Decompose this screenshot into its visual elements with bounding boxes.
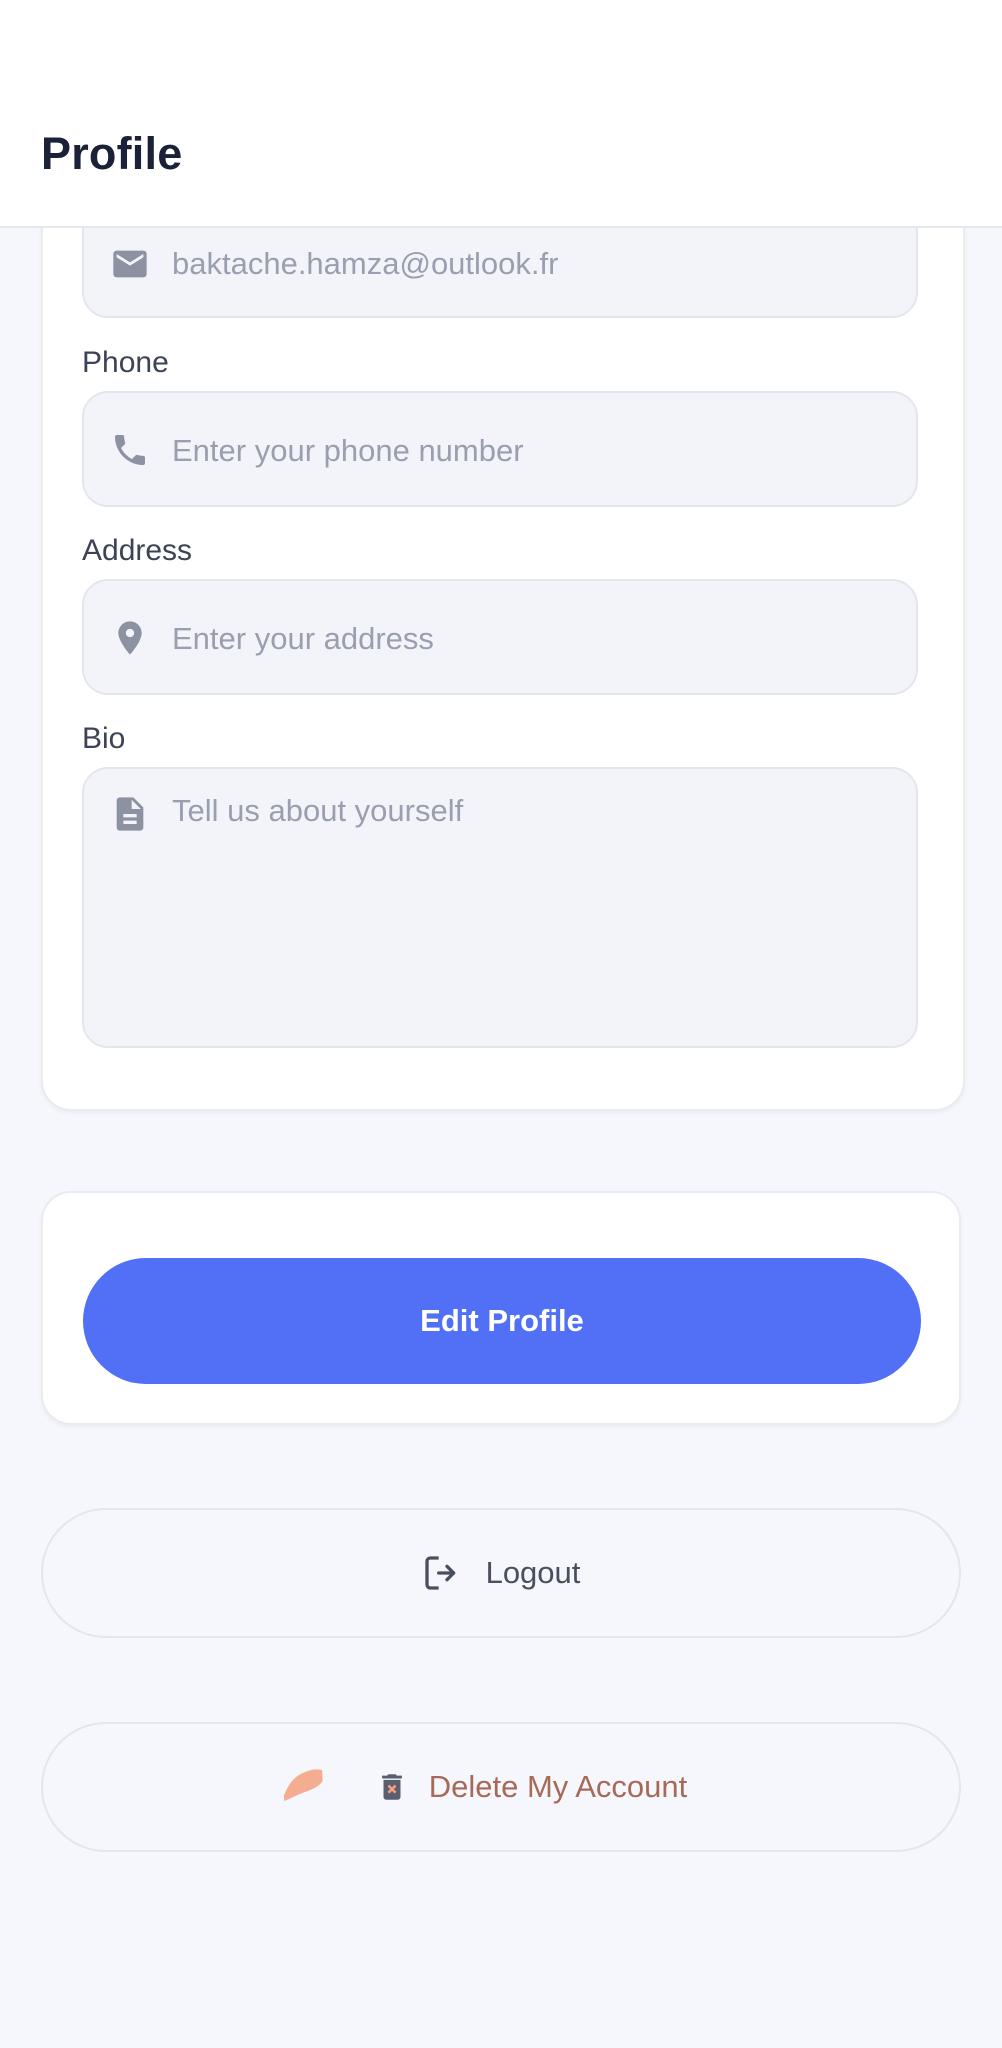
phone-label: Phone [82, 346, 169, 379]
delete-account-button[interactable]: Delete My Account [41, 1722, 961, 1852]
trash-icon [381, 1774, 402, 1800]
edit-profile-card: Edit Profile [41, 1191, 961, 1425]
logout-icon [424, 1556, 455, 1590]
phone-icon [110, 430, 150, 470]
edit-profile-button[interactable]: Edit Profile [83, 1258, 921, 1384]
logout-button[interactable]: Logout [41, 1508, 961, 1638]
page-title: Profile [41, 128, 183, 179]
delete-account-content: Delete My Account [283, 1767, 688, 1807]
app-header: Profile [0, 0, 1002, 228]
address-label: Address [82, 534, 193, 567]
highlight-mark [283, 1769, 323, 1802]
address-input[interactable]: Enter your address [172, 621, 434, 657]
email-icon [110, 244, 150, 284]
location-pin-icon [110, 618, 150, 658]
phone-field[interactable]: Enter your phone number [82, 391, 918, 507]
bio-field[interactable]: Tell us about yourself [82, 767, 918, 1048]
address-field[interactable]: Enter your address [82, 579, 918, 695]
email-value: baktache.hamza@outlook.fr [172, 246, 559, 281]
logout-label: Logout [485, 1555, 581, 1590]
delete-account-label: Delete My Account [428, 1769, 688, 1804]
phone-input[interactable]: Enter your phone number [172, 433, 524, 469]
document-icon [110, 794, 150, 834]
bio-textarea[interactable]: Tell us about yourself [172, 793, 463, 829]
bio-label: Bio [82, 722, 126, 755]
